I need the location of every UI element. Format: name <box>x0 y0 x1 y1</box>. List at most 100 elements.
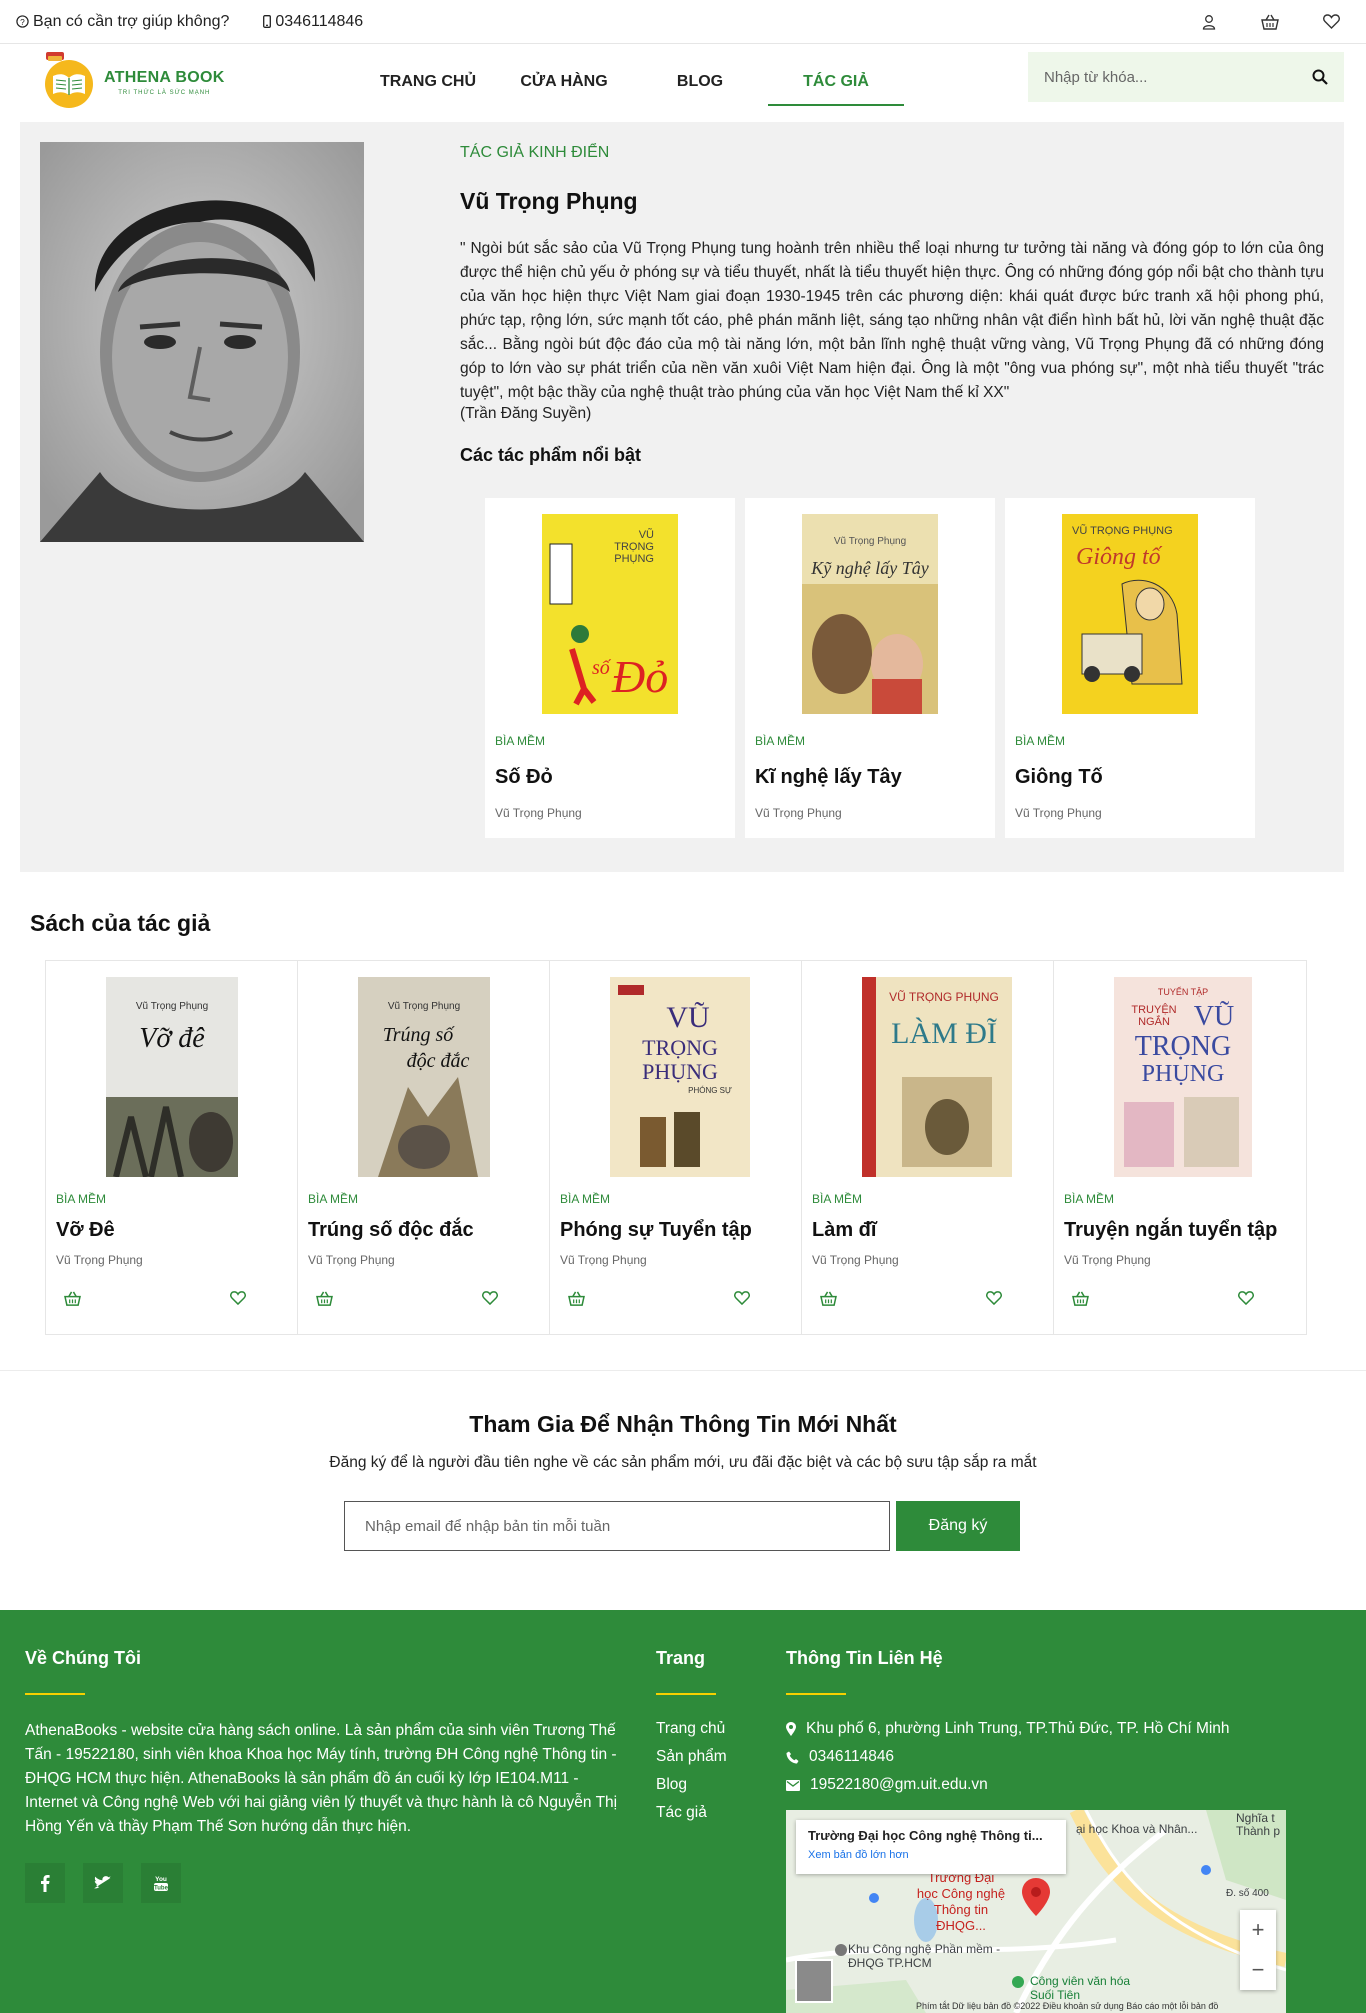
svg-text:Vỡ đê: Vỡ đê <box>139 1023 205 1054</box>
footer-about: Về Chúng Tôi AthenaBooks - website cửa h… <box>25 1648 625 1903</box>
featured-book-card[interactable]: Vũ Trọng Phụng Kỹ nghệ lấy Tây BÌA MỀM K… <box>745 498 995 838</box>
help-link[interactable]: ? Bạn có cần trợ giúp không? <box>16 13 229 31</box>
svg-text:PHÓNG SỰ: PHÓNG SỰ <box>688 1086 732 1095</box>
newsletter-section: Tham Gia Để Nhận Thông Tin Mới Nhất Đăng… <box>0 1370 1366 1610</box>
facebook-icon[interactable] <box>25 1863 65 1903</box>
logo-name: ATHENA BOOK <box>104 68 225 86</box>
nav-blog[interactable]: BLOG <box>632 44 768 120</box>
author-kicker: TÁC GIẢ KINH ĐIỂN <box>460 144 610 161</box>
footer-pages: Trang Trang chủ Sản phẩm Blog Tác giả <box>656 1648 727 1827</box>
book-cover[interactable]: Vũ Trọng Phụng Vỡ đê <box>105 977 238 1178</box>
zoom-in-icon[interactable]: + <box>1252 1917 1265 1943</box>
svg-text:Giông tố: Giông tố <box>1076 544 1163 570</box>
nav-store[interactable]: CỬA HÀNG <box>496 44 632 120</box>
zoom-out-icon[interactable]: − <box>1252 1957 1265 1983</box>
book-title[interactable]: Phóng sự Tuyển tập <box>560 1219 752 1242</box>
youtube-icon[interactable]: You Tube <box>141 1863 181 1903</box>
svg-text:?: ? <box>20 17 25 27</box>
map-place-label: Khu Công nghệ Phần mềm - ĐHQG TP.HCM <box>848 1942 1001 1970</box>
user-icon[interactable] <box>1201 14 1217 30</box>
map-larger-link[interactable]: Xem bản đồ lớn hơn <box>808 1849 1054 1861</box>
featured-works: VŨ TRỌNG PHỤNG Đỏ số BÌA MỀM Số Đỏ Vũ Tr… <box>485 498 1255 838</box>
book-cover[interactable]: Vũ Trọng Phụng Kỹ nghệ lấy Tây <box>802 514 938 714</box>
svg-text:TRỌNG: TRỌNG <box>614 541 654 553</box>
phone-text: 0346114846 <box>275 12 364 30</box>
embedded-map[interactable]: ại học Khoa và Nhân... Nghĩa t Thành p Đ… <box>786 1810 1286 2013</box>
map-place-label: Công viên văn hóa Suối Tiên <box>1030 1974 1131 2002</box>
logo[interactable]: ATHENA BOOK TRI THỨC LÀ SỨC MẠNH <box>40 48 240 116</box>
svg-text:Trúng số: Trúng số <box>382 1024 455 1046</box>
wishlist-heart-icon[interactable] <box>230 1291 246 1305</box>
book-cover[interactable]: Vũ Trọng Phụng Trúng số độc đắc <box>357 977 490 1177</box>
map-attribution: Phím tắt Dữ liệu bản đồ ©2022 Điều khoản… <box>916 2001 1219 2011</box>
add-to-cart-icon[interactable] <box>568 1291 585 1306</box>
footer-about-title: Về Chúng Tôi <box>25 1648 141 1668</box>
book-cover[interactable]: VŨ TRỌNG PHỤNG PHÓNG SỰ <box>609 977 750 1177</box>
footer-link-blog[interactable]: Blog <box>656 1776 687 1793</box>
book-card[interactable]: TUYỂN TẬP TRUYỆN NGẮN VŨ TRỌNG PHỤNG BÌA… <box>1054 961 1306 1334</box>
map-zoom-controls: + − <box>1240 1910 1276 1990</box>
book-cover[interactable]: TUYỂN TẬP TRUYỆN NGẮN VŨ TRỌNG PHỤNG <box>1114 977 1252 1177</box>
book-title[interactable]: Kĩ nghệ lấy Tây <box>755 766 902 789</box>
nav-home[interactable]: TRANG CHỦ <box>360 44 496 120</box>
svg-text:Vũ Trọng Phụng: Vũ Trọng Phụng <box>387 1001 459 1012</box>
footer-link-authors[interactable]: Tác giả <box>656 1804 707 1821</box>
footer-link-home[interactable]: Trang chủ <box>656 1720 725 1737</box>
main-header: ATHENA BOOK TRI THỨC LÀ SỨC MẠNH TRANG C… <box>0 44 1366 120</box>
svg-text:VŨ: VŨ <box>666 1001 710 1034</box>
book-card[interactable]: VŨ TRỌNG PHỤNG PHÓNG SỰ BÌA MỀM Phóng sự… <box>550 961 802 1334</box>
author-bio: " Ngòi bút sắc sảo của Vũ Trọng Phụng tu… <box>460 240 1324 401</box>
map-road-label: Đ. số 400 <box>1226 1888 1269 1899</box>
newsletter-form: Đăng ký <box>344 1501 1020 1551</box>
add-to-cart-icon[interactable] <box>316 1291 333 1306</box>
add-to-cart-icon[interactable] <box>1072 1291 1089 1306</box>
author-portrait <box>40 142 364 542</box>
cart-basket-icon[interactable] <box>1261 14 1279 30</box>
svg-text:Vũ Trọng Phụng: Vũ Trọng Phụng <box>135 1001 207 1012</box>
featured-book-card[interactable]: VŨ TRỌNG PHỤNG Đỏ số BÌA MỀM Số Đỏ Vũ Tr… <box>485 498 735 838</box>
newsletter-email-input[interactable] <box>344 1501 890 1551</box>
svg-text:Kỹ nghệ lấy Tây: Kỹ nghệ lấy Tây <box>810 558 928 578</box>
wishlist-heart-icon[interactable] <box>986 1291 1002 1305</box>
wishlist-heart-icon[interactable] <box>734 1291 750 1305</box>
footer-divider <box>25 1693 85 1695</box>
map-card-title: Trường Đại học Công nghệ Thông ti... <box>808 1828 1043 1843</box>
heart-icon[interactable] <box>1323 14 1340 29</box>
footer-contact: Thông Tin Liên Hệ Khu phố 6, phường Linh… <box>786 1648 1286 1799</box>
book-card[interactable]: Vũ Trọng Phụng Vỡ đê BÌA MỀM Vỡ Đê Vũ Tr… <box>46 961 298 1334</box>
book-cover[interactable]: VŨ TRỌNG PHỤNG LÀM ĐĨ <box>861 977 1012 1177</box>
twitter-icon[interactable] <box>83 1863 123 1903</box>
search-box <box>1028 52 1344 102</box>
featured-book-card[interactable]: VŨ TRỌNG PHỤNG Giông tố BÌA MỀM Giông Tố… <box>1005 498 1255 838</box>
subscribe-button[interactable]: Đăng ký <box>896 1501 1020 1551</box>
book-kind: BÌA MỀM <box>495 734 546 748</box>
book-title[interactable]: Trúng số độc đắc <box>308 1219 474 1242</box>
main-nav: TRANG CHỦ CỬA HÀNG BLOG TÁC GIẢ <box>360 44 904 120</box>
book-title[interactable]: Làm đĩ <box>812 1219 876 1242</box>
map-pin-label: Trường Đại học Công nghệ Thông tin ĐHQG.… <box>916 1870 1006 1933</box>
search-icon[interactable] <box>1312 69 1328 85</box>
wishlist-heart-icon[interactable] <box>482 1291 498 1305</box>
svg-text:PHỤNG: PHỤNG <box>1142 1061 1225 1087</box>
book-title[interactable]: Số Đỏ <box>495 766 553 789</box>
book-title[interactable]: Vỡ Đê <box>56 1219 115 1242</box>
add-to-cart-icon[interactable] <box>820 1291 837 1306</box>
add-to-cart-icon[interactable] <box>64 1291 81 1306</box>
svg-text:TRỌNG: TRỌNG <box>1135 1031 1231 1062</box>
search-input[interactable] <box>1044 68 1312 86</box>
contact-address: Khu phố 6, phường Linh Trung, TP.Thủ Đức… <box>806 1720 1230 1737</box>
book-cover[interactable]: VŨ TRỌNG PHỤNG Giông tố <box>1062 514 1198 714</box>
svg-text:NGẮN: NGẮN <box>1138 1015 1170 1028</box>
logo-book-icon <box>40 50 96 115</box>
book-title[interactable]: Giông Tố <box>1015 766 1103 789</box>
footer-link-products[interactable]: Sản phẩm <box>656 1748 727 1765</box>
book-card[interactable]: VŨ TRỌNG PHỤNG LÀM ĐĨ BÌA MỀM Làm đĩ Vũ … <box>802 961 1054 1334</box>
nav-authors[interactable]: TÁC GIẢ <box>768 44 904 120</box>
book-cover[interactable]: VŨ TRỌNG PHỤNG Đỏ số <box>542 514 678 714</box>
wishlist-heart-icon[interactable] <box>1238 1291 1254 1305</box>
book-title[interactable]: Truyện ngắn tuyển tập <box>1064 1219 1277 1242</box>
envelope-icon <box>786 1779 800 1791</box>
book-card[interactable]: Vũ Trọng Phụng Trúng số độc đắc BÌA MỀM … <box>298 961 550 1334</box>
svg-text:TRỌNG: TRỌNG <box>642 1035 718 1060</box>
phone-link[interactable]: 0346114846 <box>263 13 363 31</box>
